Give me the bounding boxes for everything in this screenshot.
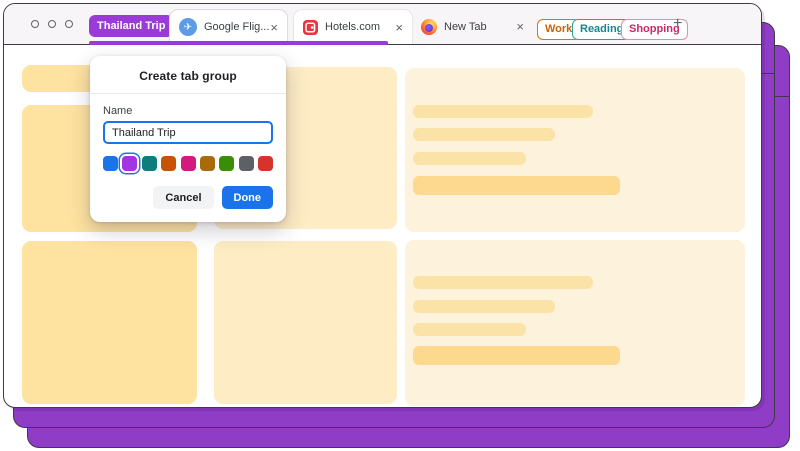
window-control-maximize[interactable] [65,20,73,28]
dialog-divider [90,93,286,94]
color-swatch-2[interactable] [142,156,157,171]
content-placeholder-block [214,241,397,404]
firefox-icon [421,19,437,35]
close-icon[interactable]: × [516,20,524,33]
tab-new-tab[interactable]: New Tab × [418,9,527,44]
color-swatch-7[interactable] [239,156,254,171]
tab-google-flights[interactable]: ✈ Google Flig... × [169,9,288,44]
tab-strip: Thailand Trip ✈ Google Flig... × Hotels.… [4,4,761,45]
done-button[interactable]: Done [222,186,274,209]
color-swatches [103,154,273,172]
placeholder-text-line [413,152,526,165]
placeholder-text-line [413,346,620,365]
window-control-minimize[interactable] [48,20,56,28]
color-swatch-6[interactable] [219,156,234,171]
placeholder-text-line [413,300,555,313]
dialog-buttons: Cancel Done [103,186,273,209]
color-swatch-1[interactable] [122,156,137,171]
color-swatch-8[interactable] [258,156,273,171]
window-controls [31,20,73,28]
hotels-com-icon [303,20,318,35]
placeholder-text-line [413,176,620,195]
tab-group-underline [89,41,388,45]
color-swatch-0[interactable] [103,156,118,171]
new-tab-button[interactable]: + [673,15,682,33]
group-name-input[interactable] [103,121,273,144]
close-icon[interactable]: × [395,21,403,34]
tab-label: New Tab [444,21,487,33]
name-field-label: Name [103,105,273,117]
dialog-title: Create tab group [90,56,286,93]
tab-hotels-com[interactable]: Hotels.com × [293,9,413,44]
placeholder-text-line [413,323,526,336]
placeholder-text-line [413,276,593,289]
placeholder-text-line [413,105,593,118]
create-tab-group-dialog: Create tab group Name Cancel Done [90,56,286,222]
content-placeholder-block [22,241,197,404]
close-icon[interactable]: × [270,21,278,34]
tab-group-chip-thailand-trip[interactable]: Thailand Trip [89,15,173,37]
tab-label: Hotels.com [325,21,380,33]
color-swatch-5[interactable] [200,156,215,171]
cancel-button[interactable]: Cancel [153,186,213,209]
tab-label: Google Flig... [204,21,269,33]
content-placeholder-panel [405,240,745,406]
content-placeholder-panel [405,68,745,232]
window-control-close[interactable] [31,20,39,28]
color-swatch-4[interactable] [181,156,196,171]
placeholder-text-line [413,128,555,141]
color-swatch-3[interactable] [161,156,176,171]
google-flights-icon: ✈ [179,18,197,36]
